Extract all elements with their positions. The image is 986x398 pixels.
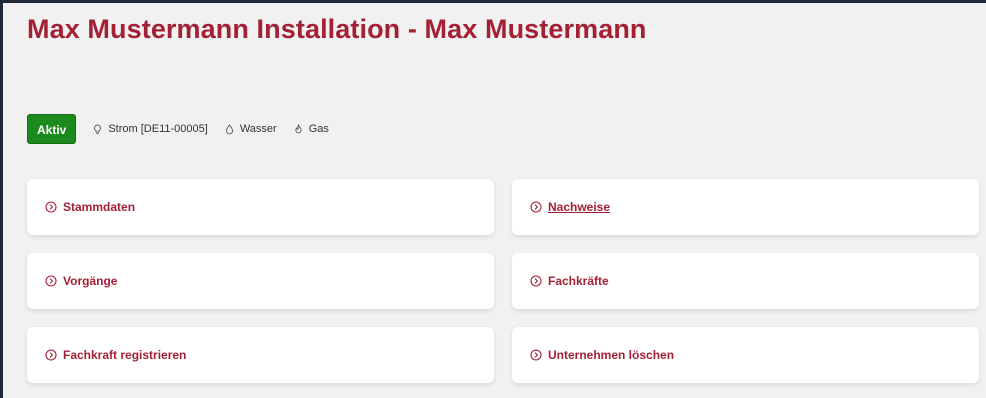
- utility-strom: Strom [DE11-00005]: [92, 123, 208, 135]
- utility-label: Gas: [308, 123, 329, 135]
- window-border-left: [0, 0, 3, 398]
- status-row: Aktiv Strom [DE11-00005] Wasser Gas: [27, 114, 329, 144]
- card-nachweise[interactable]: Nachweise: [512, 179, 979, 235]
- utility-gas: Gas: [293, 123, 329, 135]
- card-label: Fachkraft registrieren: [63, 348, 187, 362]
- card-stammdaten[interactable]: Stammdaten: [27, 179, 494, 235]
- chevron-circle-right-icon: [530, 349, 542, 361]
- utility-wasser: Wasser: [224, 123, 277, 135]
- utility-label: Wasser: [239, 123, 277, 135]
- card-label: Fachkräfte: [548, 274, 609, 288]
- status-badge: Aktiv: [27, 114, 77, 144]
- card-unternehmen-loeschen[interactable]: Unternehmen löschen: [512, 327, 979, 383]
- utility-label: Strom [DE11-00005]: [108, 123, 208, 135]
- card-label: Unternehmen löschen: [548, 348, 675, 362]
- card-fachkraefte[interactable]: Fachkräfte: [512, 253, 979, 309]
- lightbulb-icon: [92, 124, 103, 135]
- card-label: Nachweise: [548, 200, 611, 214]
- chevron-circle-right-icon: [530, 275, 542, 287]
- chevron-circle-right-icon: [530, 201, 542, 213]
- card-fachkraft-registrieren[interactable]: Fachkraft registrieren: [27, 327, 494, 383]
- chevron-circle-right-icon: [45, 275, 57, 287]
- card-label: Vorgänge: [63, 274, 118, 288]
- card-vorgaenge[interactable]: Vorgänge: [27, 253, 494, 309]
- page-title: Max Mustermann Installation - Max Muster…: [27, 14, 647, 44]
- chevron-circle-right-icon: [45, 201, 57, 213]
- window-border-top: [0, 0, 986, 3]
- water-drop-icon: [224, 123, 235, 135]
- flame-icon: [293, 123, 304, 135]
- chevron-circle-right-icon: [45, 349, 57, 361]
- card-label: Stammdaten: [63, 200, 136, 214]
